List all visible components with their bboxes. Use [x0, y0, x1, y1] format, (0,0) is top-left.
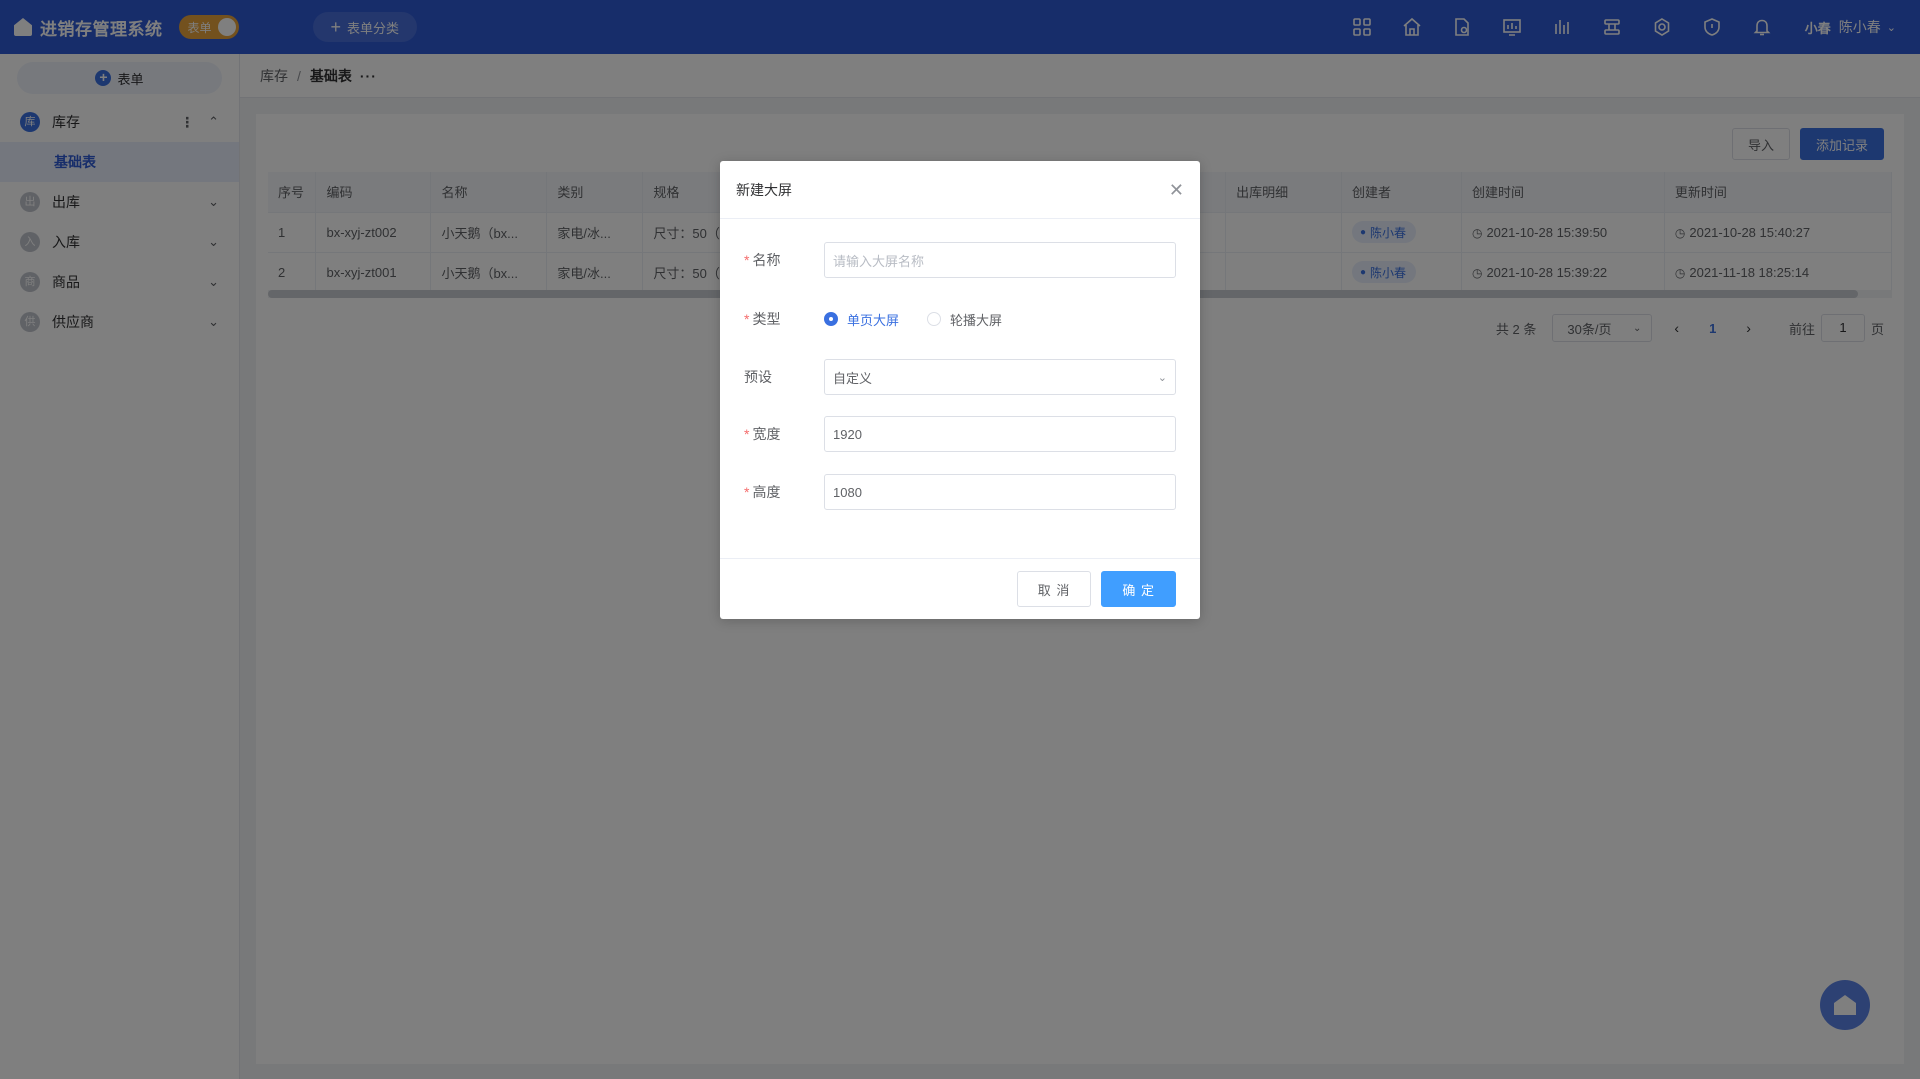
form-row-width: * 宽度 1920 — [744, 415, 1176, 453]
radio-dot — [824, 312, 838, 326]
radio-dot — [927, 312, 942, 326]
form-row-name: * 名称 请输入大屏名称 — [744, 241, 1176, 279]
type-label-text: 类型 — [752, 311, 781, 327]
type-label: * 类型 — [744, 309, 824, 329]
name-label: * 名称 — [744, 250, 824, 270]
width-input[interactable]: 1920 — [824, 416, 1176, 452]
required-mark: * — [744, 426, 750, 442]
dialog-footer: 取 消 确 定 — [720, 558, 1200, 619]
dialog-header: 新建大屏 ✕ — [720, 161, 1200, 219]
preset-value: 自定义 — [833, 370, 873, 386]
height-label-text: 高度 — [752, 484, 781, 500]
width-label: * 宽度 — [744, 424, 824, 444]
type-radio-group: 单页大屏 轮播大屏 — [824, 310, 1030, 329]
close-icon[interactable]: ✕ — [1169, 181, 1184, 199]
required-mark: * — [744, 252, 750, 268]
form-row-preset: 预设 自定义 ⌄ — [744, 358, 1176, 396]
width-label-text: 宽度 — [752, 426, 781, 442]
cancel-button[interactable]: 取 消 — [1016, 571, 1092, 607]
new-screen-dialog: 新建大屏 ✕ * 名称 请输入大屏名称 * 类型 单页大屏 轮播大屏 预设 自定义 … — [720, 161, 1200, 619]
required-mark: * — [744, 311, 750, 327]
radio-label: 单页大屏 — [847, 312, 900, 328]
radio-carousel[interactable]: 轮播大屏 — [927, 310, 1002, 329]
dialog-title: 新建大屏 — [736, 181, 792, 198]
preset-label: 预设 — [744, 369, 772, 385]
name-input[interactable]: 请输入大屏名称 — [824, 242, 1176, 278]
confirm-button[interactable]: 确 定 — [1101, 571, 1176, 607]
required-mark: * — [744, 484, 750, 500]
height-label: * 高度 — [744, 482, 824, 502]
chevron-down-icon: ⌄ — [1157, 371, 1167, 384]
form-row-height: * 高度 1080 — [744, 473, 1176, 511]
radio-label: 轮播大屏 — [950, 312, 1003, 328]
form-row-type: * 类型 单页大屏 轮播大屏 — [744, 300, 1176, 338]
height-input[interactable]: 1080 — [824, 474, 1176, 510]
preset-select[interactable]: 自定义 ⌄ — [824, 359, 1176, 395]
name-label-text: 名称 — [752, 252, 781, 268]
radio-single-page[interactable]: 单页大屏 — [824, 310, 899, 329]
